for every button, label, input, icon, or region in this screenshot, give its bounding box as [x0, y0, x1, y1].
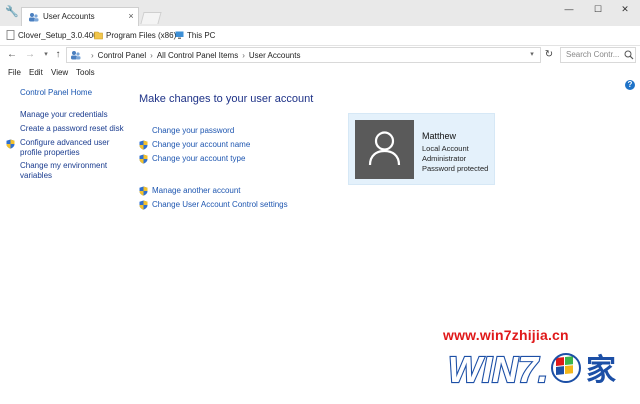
back-arrow-icon[interactable]: ← — [6, 49, 18, 61]
change-uac-settings-link[interactable]: Change User Account Control settings — [152, 200, 288, 210]
maximize-button[interactable]: ☐ — [590, 3, 606, 15]
minimize-button[interactable]: — — [561, 3, 577, 15]
close-tab-icon[interactable]: × — [126, 10, 136, 22]
refresh-icon[interactable]: ↻ — [543, 49, 555, 61]
user-silhouette-icon — [368, 131, 401, 166]
document-icon — [6, 30, 15, 40]
up-arrow-icon[interactable]: ↑ — [52, 49, 64, 61]
sidebar-environment-variables[interactable]: Change my environment variables — [20, 161, 120, 181]
user-accounts-icon — [29, 13, 39, 22]
address-dropdown-icon[interactable]: ▾ — [527, 49, 537, 61]
watermark-logo-char: 家 — [586, 353, 616, 388]
breadcrumb-user-accounts[interactable]: User Accounts — [249, 51, 301, 60]
computer-icon — [175, 31, 184, 39]
search-placeholder: Search Contr... — [566, 50, 620, 59]
page-title: Make changes to your user account — [139, 93, 314, 105]
forward-arrow-icon[interactable]: → — [24, 49, 36, 61]
tab-label: User Accounts — [43, 12, 95, 21]
uac-shield-icon — [139, 186, 148, 196]
breadcrumb-separator-icon: › — [91, 51, 94, 60]
breadcrumb: › Control Panel › All Control Panel Items › U… — [87, 50, 300, 61]
uac-shield-icon — [139, 154, 148, 164]
change-account-name-link[interactable]: Change your account name — [152, 140, 250, 150]
sidebar-manage-credentials[interactable]: Manage your credentials — [20, 110, 108, 120]
new-tab-button[interactable] — [140, 12, 162, 24]
manage-another-account-link[interactable]: Manage another account — [152, 186, 241, 196]
bookmark-this-pc[interactable]: This PC — [175, 30, 215, 42]
tab-user-accounts[interactable]: User Accounts × — [21, 7, 139, 26]
uac-shield-icon — [6, 139, 15, 149]
account-type: Local Account — [422, 144, 469, 153]
windows-flag-icon — [556, 356, 573, 375]
address-bar[interactable]: › Control Panel › All Control Panel Items › U… — [66, 47, 541, 63]
password-status: Password protected — [422, 164, 489, 173]
watermark-logo: WIN7. 家 — [447, 348, 616, 391]
breadcrumb-all-items[interactable]: All Control Panel Items — [157, 51, 238, 60]
bookmark-clover-setup[interactable]: Clover_Setup_3.0.406 — [6, 30, 98, 42]
menu-bar: File Edit View Tools — [0, 66, 640, 79]
recent-locations-chevron-icon[interactable]: ▾ — [40, 49, 52, 61]
sidebar-control-panel-home[interactable]: Control Panel Home — [20, 88, 92, 98]
search-input[interactable]: Search Contr... — [560, 47, 636, 63]
user-account-card: Matthew Local Account Administrator Pass… — [348, 113, 495, 185]
avatar — [355, 120, 414, 179]
bookmark-program-files[interactable]: Program Files (x86) — [94, 30, 176, 42]
watermark-logo-text: WIN7. — [448, 349, 548, 390]
bookmark-label: Clover_Setup_3.0.406 — [18, 31, 98, 40]
breadcrumb-separator-icon: › — [242, 51, 245, 60]
change-password-link[interactable]: Change your password — [152, 126, 234, 136]
watermark-url: www.win7zhijia.cn — [443, 327, 569, 343]
control-panel-icon — [71, 51, 81, 60]
help-icon[interactable]: ? — [625, 80, 635, 90]
navigation-bar: ← → ▾ ↑ › Control Panel › All Control Panel… — [0, 46, 640, 65]
account-role: Administrator — [422, 154, 467, 163]
title-bar: 🔧 User Accounts × — ☐ ✕ — [0, 0, 640, 26]
menu-edit[interactable]: Edit — [29, 67, 43, 78]
uac-shield-icon — [139, 140, 148, 150]
search-icon[interactable] — [624, 50, 634, 60]
sidebar-advanced-profile-properties[interactable]: Configure advanced user profile properti… — [20, 138, 120, 158]
folder-icon — [94, 31, 103, 40]
sidebar-password-reset-disk[interactable]: Create a password reset disk — [20, 124, 124, 134]
breadcrumb-control-panel[interactable]: Control Panel — [98, 51, 146, 60]
breadcrumb-separator-icon: › — [150, 51, 153, 60]
menu-tools[interactable]: Tools — [76, 67, 95, 78]
bookmarks-bar: Clover_Setup_3.0.406 Program Files (x86)… — [0, 26, 640, 46]
user-name: Matthew — [422, 131, 457, 141]
change-account-type-link[interactable]: Change your account type — [152, 154, 245, 164]
wrench-icon[interactable]: 🔧 — [5, 6, 19, 18]
menu-view[interactable]: View — [51, 67, 68, 78]
menu-file[interactable]: File — [8, 67, 21, 78]
bookmark-label: This PC — [187, 31, 216, 40]
close-window-button[interactable]: ✕ — [617, 3, 633, 15]
uac-shield-icon — [139, 200, 148, 210]
bookmark-label: Program Files (x86) — [106, 31, 177, 40]
